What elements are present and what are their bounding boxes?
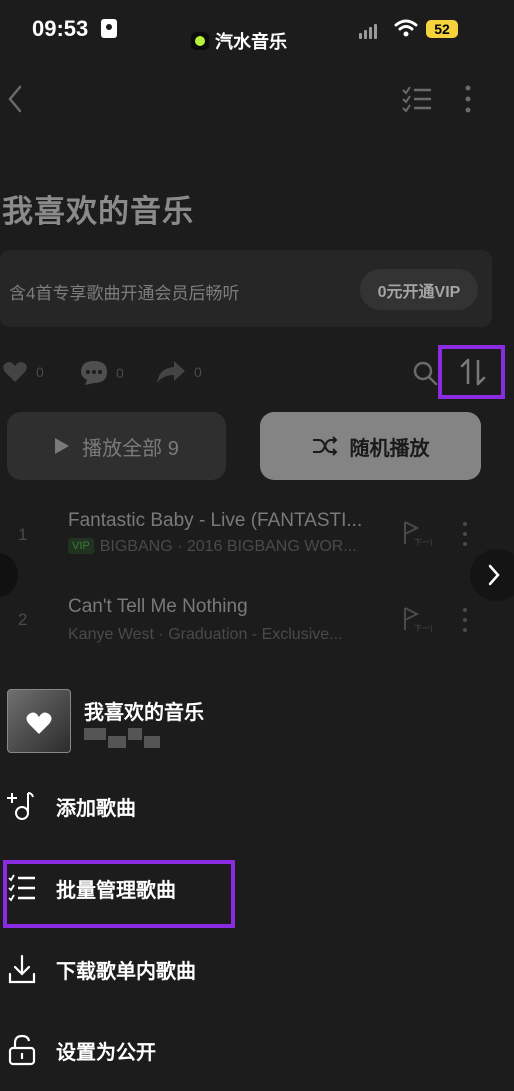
play-all-button[interactable]: 播放全部 9 <box>7 412 226 480</box>
like-button[interactable]: 0 <box>2 360 44 384</box>
batch-manage-item[interactable]: 批量管理歌曲 <box>8 873 176 903</box>
comment-button[interactable]: 0 <box>80 360 124 386</box>
manage-list-icon[interactable] <box>400 84 434 114</box>
download-icon <box>8 954 36 984</box>
vip-badge: VIP <box>68 538 94 554</box>
share-count: 0 <box>194 364 202 380</box>
download-songs-item[interactable]: 下载歌单内歌曲 <box>8 954 196 984</box>
contact-card-icon <box>101 19 117 38</box>
vip-subscribe-button[interactable]: 0元开通VIP <box>360 269 478 310</box>
app-name: 汽水音乐 <box>215 32 287 52</box>
song-more-icon[interactable] <box>460 520 470 548</box>
app-indicator: 汽水音乐 <box>191 28 287 54</box>
menu-label: 设置为公开 <box>56 1041 156 1064</box>
song-index: 1 <box>18 525 28 544</box>
add-songs-item[interactable]: 添加歌曲 <box>6 790 136 822</box>
play-next-icon[interactable]: 下一首 <box>402 520 432 548</box>
more-icon[interactable] <box>463 84 473 114</box>
comment-count: 0 <box>116 365 124 381</box>
sort-icon[interactable] <box>458 357 488 387</box>
song-title: Can't Tell Me Nothing <box>68 596 248 617</box>
play-next-icon[interactable]: 下一首 <box>402 606 432 634</box>
play-next-label: 下一首 <box>414 537 432 547</box>
scroll-right-button[interactable] <box>470 549 514 601</box>
song-item[interactable]: Can't Tell Me Nothing Kanye West · Gradu… <box>68 596 388 644</box>
play-next-label: 下一首 <box>414 623 432 633</box>
search-icon[interactable] <box>412 360 438 386</box>
share-icon <box>157 361 185 383</box>
song-title: Fantastic Baby - Live (FANTASTI... <box>68 510 363 531</box>
set-public-item[interactable]: 设置为公开 <box>8 1034 156 1066</box>
app-logo-icon <box>191 32 209 50</box>
chevron-right-icon <box>488 564 500 586</box>
comment-icon <box>81 361 107 385</box>
status-time: 09:53 <box>32 16 89 41</box>
share-button[interactable]: 0 <box>156 360 202 384</box>
song-subtitle: BIGBANG · 2016 BIGBANG WOR... <box>99 538 357 555</box>
play-all-label: 播放全部 9 <box>82 437 179 460</box>
song-index: 2 <box>18 610 28 629</box>
menu-label: 下载歌单内歌曲 <box>56 960 196 983</box>
song-subtitle: Kanye West · Graduation - Exclusive... <box>68 626 343 643</box>
unlock-icon <box>8 1034 36 1066</box>
blurred-text <box>84 726 166 750</box>
heart-icon <box>26 712 52 734</box>
playlist-cover <box>7 689 71 753</box>
song-more-icon[interactable] <box>460 606 470 634</box>
cellular-signal-icon <box>359 24 377 39</box>
song-item[interactable]: Fantastic Baby - Live (FANTASTI... VIP BI… <box>68 510 388 556</box>
sheet-title: 我喜欢的音乐 <box>84 702 204 724</box>
play-icon <box>55 438 70 454</box>
add-music-icon <box>7 792 34 820</box>
menu-label: 添加歌曲 <box>56 797 136 820</box>
shuffle-icon <box>312 436 337 456</box>
back-icon[interactable] <box>5 84 25 114</box>
menu-label: 批量管理歌曲 <box>56 879 176 902</box>
heart-icon <box>3 362 27 382</box>
wifi-icon <box>394 19 418 37</box>
scroll-left-button[interactable] <box>0 553 18 597</box>
checklist-icon <box>8 874 35 902</box>
shuffle-label: 随机播放 <box>349 437 430 460</box>
battery-indicator: 52 <box>426 20 458 38</box>
shuffle-button[interactable]: 随机播放 <box>260 412 481 480</box>
playlist-title: 我喜欢的音乐 <box>2 194 194 229</box>
like-count: 0 <box>36 364 44 380</box>
battery-level: 52 <box>434 21 450 37</box>
vip-notice: 含4首专享歌曲开通会员后畅听 <box>9 284 240 303</box>
